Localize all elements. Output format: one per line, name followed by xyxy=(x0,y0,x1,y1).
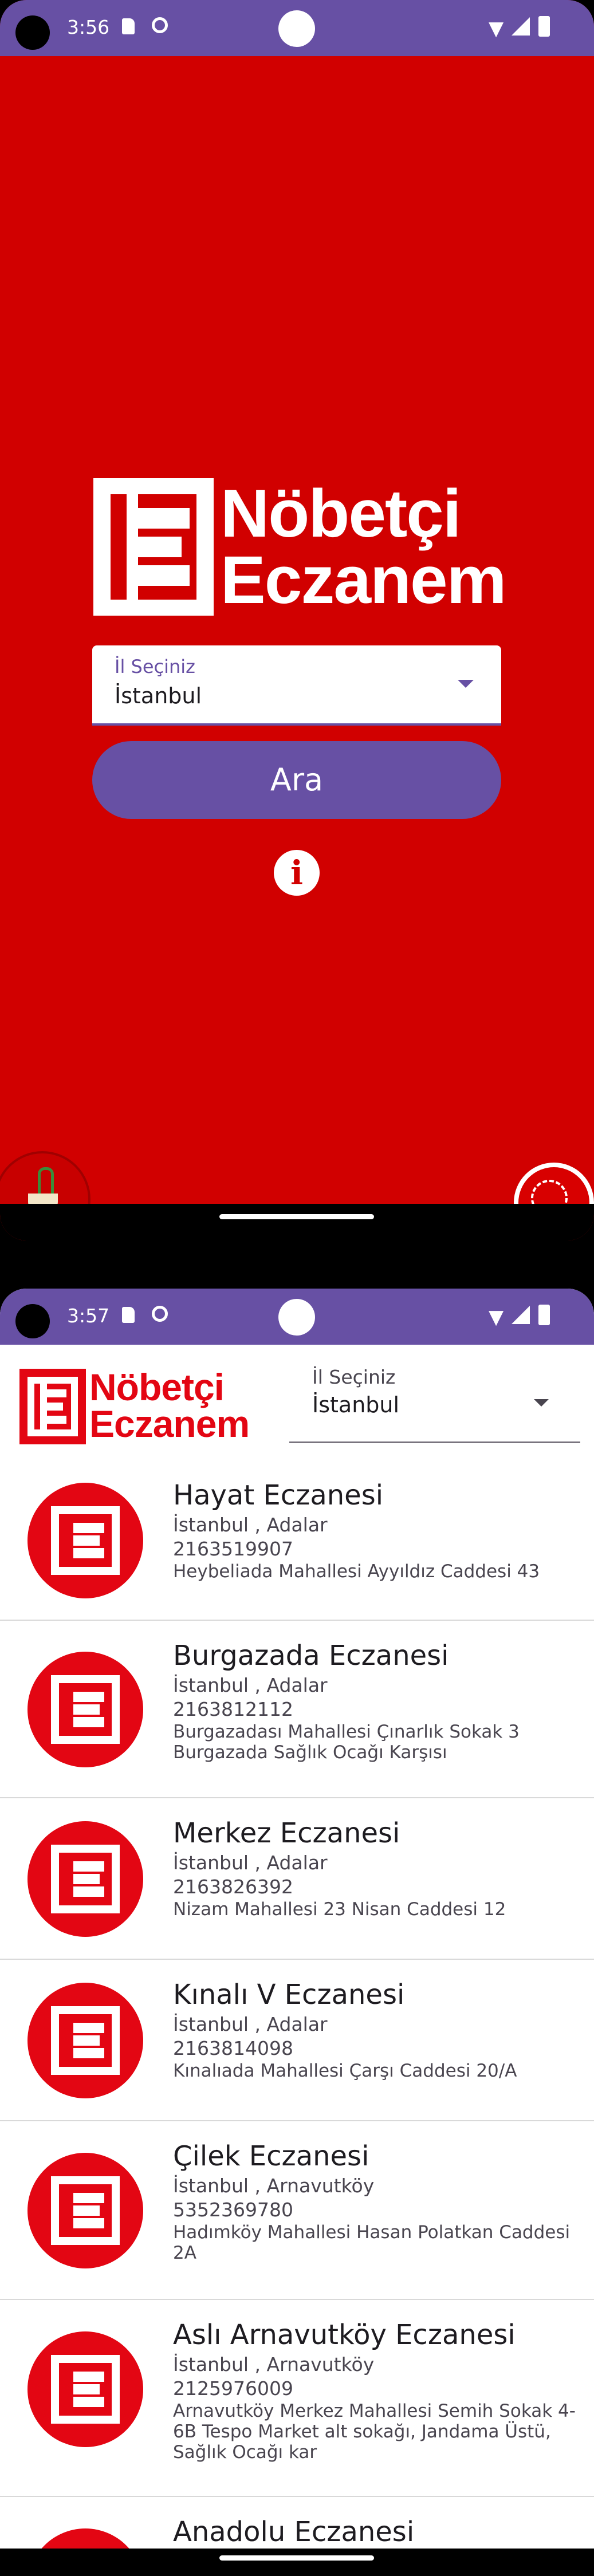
city-select[interactable]: İl Seçiniz İstanbul xyxy=(289,1366,580,1443)
status-time: 3:56 xyxy=(67,16,110,38)
pharmacy-logo-icon xyxy=(27,2331,143,2447)
list-item[interactable]: Burgazada Eczanesi İstanbul , Adalar 216… xyxy=(0,1621,594,1798)
camera-cutout xyxy=(15,15,50,50)
pharmacy-name: Merkez Eczanesi xyxy=(173,1817,400,1849)
pharmacy-location: İstanbul , Arnavutköy xyxy=(173,2353,375,2376)
battery-icon xyxy=(538,16,550,37)
pharmacy-address: Hadımköy Mahallesi Hasan Polatkan Caddes… xyxy=(173,2222,571,2263)
pharmacy-phone[interactable]: 2125976009 xyxy=(173,2377,583,2401)
list-item[interactable]: Çilek Eczanesi İstanbul , Arnavutköy 535… xyxy=(0,2121,594,2300)
notch xyxy=(278,10,315,47)
sd-card-icon xyxy=(122,1307,135,1323)
signal-icon xyxy=(512,1306,530,1324)
dropdown-arrow-icon xyxy=(534,1399,549,1407)
pharmacy-location: İstanbul , Adalar xyxy=(173,1674,328,1696)
info-icon[interactable]: i xyxy=(274,850,320,896)
pharmacy-logo-icon xyxy=(27,1483,143,1598)
sync-icon xyxy=(152,17,168,33)
pharmacy-logo-icon xyxy=(27,1821,143,1937)
app-logo: Nöbetçi Eczanem xyxy=(19,1366,250,1445)
status-bar: 3:56 ▼ xyxy=(0,0,594,56)
pharmacy-phone[interactable]: 2163826392 xyxy=(173,1875,583,1899)
pharmacy-location: İstanbul , Adalar xyxy=(173,2013,328,2035)
signal-icon xyxy=(512,17,530,36)
pharmacy-logo-icon xyxy=(27,1652,143,1767)
pharmacy-phone[interactable]: 5352369780 xyxy=(173,2198,583,2222)
pharmacy-list-screen: 3:57 ▼ Nöbetçi Eczanem İl Seçiniz İstanb… xyxy=(0,1289,594,2576)
city-select-label: İl Seçiniz xyxy=(312,1366,396,1388)
home-indicator[interactable] xyxy=(219,2555,374,2561)
logo-text-line2: Eczanem xyxy=(221,542,507,618)
pharmacy-name: Burgazada Eczanesi xyxy=(173,1640,449,1672)
pharmacy-location: İstanbul , Adalar xyxy=(173,1852,328,1874)
pharmacy-name: Çilek Eczanesi xyxy=(173,2140,369,2172)
status-time: 3:57 xyxy=(67,1305,110,1327)
pharmacy-list[interactable]: Hayat Eczanesi İstanbul , Adalar 2163519… xyxy=(0,1460,594,2576)
city-select-value: İstanbul xyxy=(115,683,202,708)
logo-text-line2: Eczanem xyxy=(89,1403,250,1445)
pharmacy-location: İstanbul , Adalar xyxy=(173,1514,328,1536)
pharmacy-address: Burgazadası Mahallesi Çınarlık Sokak 3 B… xyxy=(173,1722,520,1763)
list-item[interactable]: Hayat Eczanesi İstanbul , Adalar 2163519… xyxy=(0,1460,594,1621)
list-item[interactable]: Aslı Arnavutköy Eczanesi İstanbul , Arna… xyxy=(0,2300,594,2497)
pharmacy-logo-icon xyxy=(27,2153,143,2268)
wifi-icon: ▼ xyxy=(489,1306,504,1329)
pharmacy-address: Kınalıada Mahallesi Çarşı Caddesi 20/A xyxy=(173,2061,517,2081)
sync-icon xyxy=(152,1306,168,1322)
city-select-label: İl Seçiniz xyxy=(115,656,195,678)
city-select-value: İstanbul xyxy=(312,1392,400,1417)
splash-screen: 3:56 ▼ Nöbetçi Eczanem İl Seçiniz İstanb… xyxy=(0,0,594,1240)
status-bar: 3:57 ▼ xyxy=(0,1289,594,1345)
gesture-navbar xyxy=(0,1204,594,1240)
home-indicator[interactable] xyxy=(219,1214,374,1219)
pharmacy-phone[interactable]: 2163519907 xyxy=(173,1537,583,1561)
sd-card-icon xyxy=(122,18,135,34)
list-item[interactable]: Merkez Eczanesi İstanbul , Adalar 216382… xyxy=(0,1798,594,1960)
pharmacy-address: Heybeliada Mahallesi Ayyıldız Caddesi 43 xyxy=(173,1561,540,1582)
search-button[interactable]: Ara xyxy=(92,741,501,819)
battery-icon xyxy=(538,1305,550,1325)
pharmacy-phone[interactable]: 2163812112 xyxy=(173,1697,583,1722)
gesture-navbar xyxy=(0,2549,594,2576)
pharmacy-name: Aslı Arnavutköy Eczanesi xyxy=(173,2319,516,2351)
city-select[interactable]: İl Seçiniz İstanbul xyxy=(92,645,501,726)
app-logo: Nöbetçi Eczanem xyxy=(93,476,507,618)
pharmacy-name: Anadolu Eczanesi xyxy=(173,2516,415,2548)
pharmacy-phone[interactable]: 2163814098 xyxy=(173,2037,583,2061)
pharmacy-logo-icon xyxy=(27,1983,143,2098)
dropdown-arrow-icon xyxy=(458,680,474,688)
wifi-icon: ▼ xyxy=(489,17,504,40)
list-item[interactable]: Kınalı V Eczanesi İstanbul , Adalar 2163… xyxy=(0,1960,594,2121)
pharmacy-name: Hayat Eczanesi xyxy=(173,1479,384,1511)
notch xyxy=(278,1299,315,1336)
pharmacy-address: Nizam Mahallesi 23 Nisan Caddesi 12 xyxy=(173,1899,506,1920)
pharmacy-name: Kınalı V Eczanesi xyxy=(173,1979,405,2011)
camera-cutout xyxy=(15,1304,50,1338)
pharmacy-address: Arnavutköy Merkez Mahallesi Semih Sokak … xyxy=(173,2401,576,2463)
pharmacy-location: İstanbul , Arnavutköy xyxy=(173,2175,375,2197)
